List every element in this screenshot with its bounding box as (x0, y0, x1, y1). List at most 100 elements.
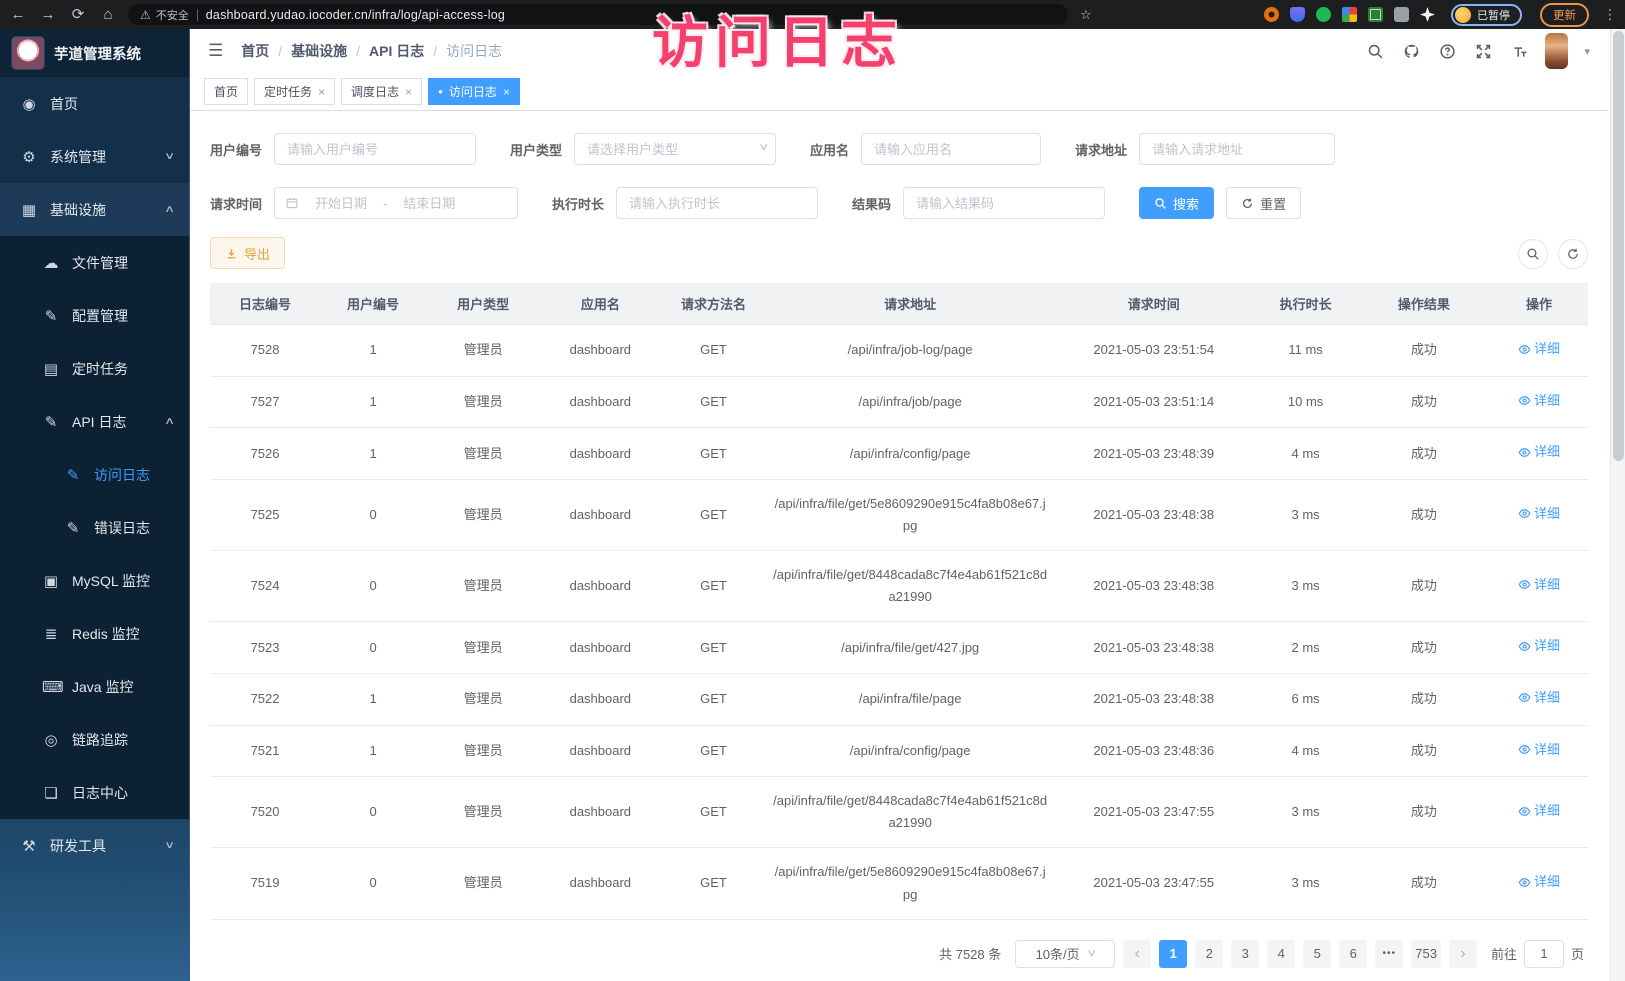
sidebar-item-Redis 监控[interactable]: ≣Redis 监控 (0, 607, 189, 660)
page-button-6[interactable]: 6 (1339, 940, 1367, 968)
start-date-input[interactable] (305, 196, 377, 211)
cell-method: GET (660, 725, 766, 777)
duration-input[interactable] (616, 187, 818, 219)
extension-icon[interactable] (1368, 7, 1383, 22)
tab-调度日志[interactable]: ●调度日志× (341, 78, 422, 105)
chevron-down-icon: ∨ (1086, 948, 1097, 959)
export-button[interactable]: 导出 (210, 237, 285, 269)
detail-link[interactable]: 详细 (1518, 503, 1560, 525)
breadcrumb-separator: / (356, 43, 360, 59)
sidebar-item-定时任务[interactable]: ▤定时任务 (0, 342, 189, 395)
cell-url: /api/infra/file/get/5e8609290e915c4fa8b0… (766, 848, 1053, 919)
detail-link-label: 详细 (1534, 503, 1560, 525)
request-url-input[interactable] (1139, 133, 1335, 165)
fullscreen-icon[interactable] (1473, 41, 1493, 61)
sidebar-item-基础设施[interactable]: ▦基础设施∧ (0, 183, 189, 236)
page-button-1[interactable]: 1 (1159, 940, 1187, 968)
sidebar-item-配置管理[interactable]: ✎配置管理 (0, 289, 189, 342)
detail-link[interactable]: 详细 (1518, 441, 1560, 463)
extension-icon[interactable] (1316, 7, 1331, 22)
sidebar-item-首页[interactable]: ◉首页 (0, 77, 189, 130)
browser-update-button[interactable]: 更新 (1540, 3, 1589, 27)
result-code-input[interactable] (903, 187, 1105, 219)
scrollbar[interactable] (1610, 29, 1625, 981)
detail-link[interactable]: 详细 (1518, 800, 1560, 822)
sidebar-item-研发工具[interactable]: ⚒研发工具∨ (0, 819, 189, 872)
detail-link[interactable]: 详细 (1518, 574, 1560, 596)
sidebar-item-链路追踪[interactable]: ◎链路追踪 (0, 713, 189, 766)
sidebar-item-Java 监控[interactable]: ⌨Java 监控 (0, 660, 189, 713)
close-icon[interactable]: × (503, 85, 510, 99)
sidebar-item-MySQL 监控[interactable]: ▣MySQL 监控 (0, 554, 189, 607)
sidebar-item-文件管理[interactable]: ☁文件管理 (0, 236, 189, 289)
detail-link-label: 详细 (1534, 574, 1560, 596)
table-row: 75221管理员dashboardGET/api/infra/file/page… (210, 673, 1588, 725)
browser-forward-icon[interactable]: → (38, 7, 58, 22)
bookmark-star-icon[interactable]: ☆ (1080, 7, 1092, 23)
next-page-button[interactable]: › (1449, 940, 1477, 968)
hamburger-icon[interactable]: ☰ (208, 41, 223, 61)
detail-link[interactable]: 详细 (1518, 739, 1560, 761)
detail-link[interactable]: 详细 (1518, 871, 1560, 893)
scrollbar-thumb[interactable] (1613, 31, 1624, 461)
cell-app: dashboard (540, 428, 660, 480)
font-size-icon[interactable] (1509, 41, 1529, 61)
search-icon[interactable] (1365, 41, 1385, 61)
page-button-4[interactable]: 4 (1267, 940, 1295, 968)
refresh-button[interactable] (1558, 239, 1588, 269)
sidebar-item-API 日志[interactable]: ✎API 日志∧ (0, 395, 189, 448)
sidebar-item-访问日志[interactable]: ✎访问日志 (0, 448, 189, 501)
end-date-input[interactable] (393, 196, 465, 211)
tab-访问日志[interactable]: ●访问日志× (428, 78, 520, 105)
extension-icon[interactable] (1394, 7, 1409, 22)
close-icon[interactable]: × (405, 85, 412, 99)
user-id-input[interactable] (274, 133, 476, 165)
page-button-2[interactable]: 2 (1195, 940, 1223, 968)
sidebar-item-系统管理[interactable]: ⚙系统管理∨ (0, 130, 189, 183)
jump-page-input[interactable] (1524, 940, 1564, 968)
github-icon[interactable] (1401, 41, 1421, 61)
app-name-input[interactable] (861, 133, 1041, 165)
user-avatar[interactable] (1545, 33, 1568, 69)
tab-定时任务[interactable]: ●定时任务× (254, 78, 335, 105)
access-log-icon: ✎ (64, 466, 82, 484)
browser-profile-badge[interactable]: 已暂停 (1451, 4, 1522, 26)
sidebar-item-错误日志[interactable]: ✎错误日志 (0, 501, 189, 554)
hide-search-button[interactable] (1518, 239, 1548, 269)
detail-link[interactable]: 详细 (1518, 338, 1560, 360)
extension-icon[interactable] (1264, 7, 1279, 22)
avatar-caret-icon[interactable]: ▾ (1584, 45, 1590, 58)
reset-button[interactable]: 重置 (1226, 187, 1301, 219)
help-icon[interactable] (1437, 41, 1457, 61)
more-pages-icon[interactable]: ••• (1375, 940, 1403, 968)
close-icon[interactable]: × (318, 85, 325, 99)
browser-back-icon[interactable]: ← (8, 7, 28, 22)
address-bar[interactable]: ⚠ 不安全 dashboard.yudao.iocoder.cn/infra/l… (128, 4, 1068, 25)
extension-icon[interactable] (1290, 7, 1305, 22)
breadcrumb-item[interactable]: API 日志 (369, 41, 424, 61)
security-status[interactable]: ⚠ 不安全 (140, 7, 189, 23)
detail-link[interactable]: 详细 (1518, 635, 1560, 657)
breadcrumb-item[interactable]: 首页 (241, 41, 269, 61)
extension-icon[interactable] (1420, 7, 1435, 22)
user-type-select[interactable] (574, 133, 776, 165)
detail-link[interactable]: 详细 (1518, 687, 1560, 709)
browser-reload-icon[interactable]: ⟳ (68, 7, 88, 22)
browser-home-icon[interactable]: ⌂ (98, 7, 118, 22)
detail-link[interactable]: 详细 (1518, 390, 1560, 412)
browser-menu-icon[interactable]: ⋮ (1603, 6, 1617, 23)
page-button-5[interactable]: 5 (1303, 940, 1331, 968)
sidebar-item-label: 日志中心 (72, 783, 173, 803)
chevron-up-icon: ∧ (164, 416, 175, 427)
page-button-753[interactable]: 753 (1411, 940, 1441, 968)
prev-page-button[interactable]: ‹ (1123, 940, 1151, 968)
page-size-select[interactable]: 10条/页 ∨ (1015, 940, 1115, 968)
sidebar-item-日志中心[interactable]: ❏日志中心 (0, 766, 189, 819)
page-button-3[interactable]: 3 (1231, 940, 1259, 968)
app-logo[interactable]: 芋道管理系统 (0, 29, 189, 77)
extension-icon[interactable] (1342, 7, 1357, 22)
date-range-picker[interactable]: - (274, 187, 518, 219)
search-button[interactable]: 搜索 (1139, 187, 1214, 219)
tab-首页[interactable]: ●首页 (204, 78, 248, 105)
breadcrumb-item[interactable]: 基础设施 (291, 41, 347, 61)
